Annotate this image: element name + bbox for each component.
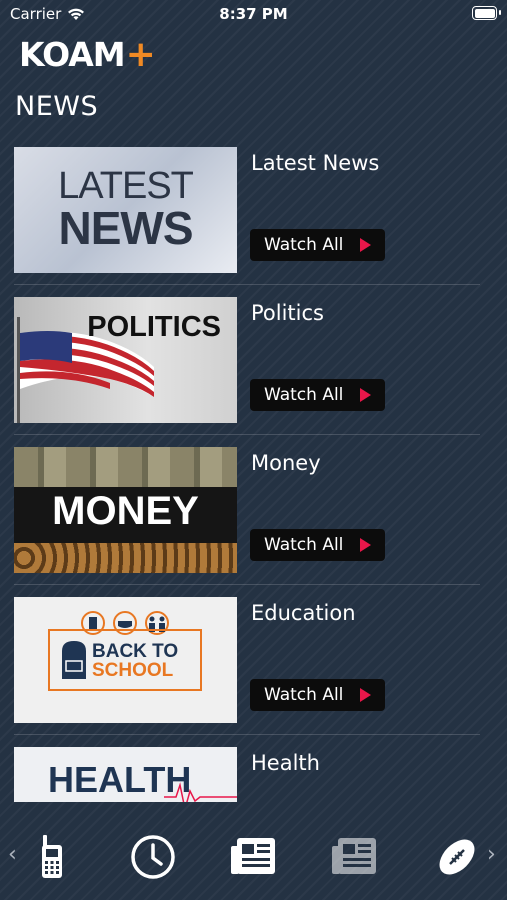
cash-stack-image [14, 447, 237, 487]
latest-news-thumbnail[interactable]: LATEST NEWS [14, 147, 237, 273]
news-icon [231, 838, 275, 874]
category-title: Politics [251, 301, 324, 325]
play-icon [360, 688, 371, 702]
tab-news[interactable] [228, 832, 278, 882]
play-icon [360, 388, 371, 402]
news-icon [332, 838, 376, 874]
section-title: NEWS [15, 91, 99, 122]
status-bar: Carrier 8:37 PM [0, 0, 507, 28]
battery-tip [499, 10, 501, 15]
category-card-politics[interactable]: POLITICS Politics Watch All [0, 297, 480, 447]
watch-all-label: Watch All [264, 385, 344, 405]
football-icon [439, 839, 475, 875]
category-title: Education [251, 601, 356, 625]
status-time: 8:37 PM [219, 5, 288, 23]
health-thumbnail[interactable]: HEALTH [14, 747, 237, 802]
education-thumbnail[interactable]: BACK TO SCHOOL [14, 597, 237, 723]
chevron-right-icon[interactable]: › [487, 842, 496, 867]
divider [14, 584, 480, 585]
divider [14, 734, 480, 735]
category-title: Health [251, 751, 320, 775]
battery-icon [472, 6, 497, 20]
watch-all-button[interactable]: Watch All [250, 679, 385, 711]
thumb-text-money: MONEY [52, 489, 199, 533]
clock-icon [131, 835, 175, 879]
divider [14, 434, 480, 435]
tab-news-secondary[interactable] [329, 832, 379, 882]
play-icon [360, 538, 371, 552]
category-card-latest-news[interactable]: LATEST NEWS Latest News Watch All [0, 147, 480, 297]
thumb-text-news: NEWS [58, 202, 194, 254]
watch-all-button[interactable]: Watch All [250, 229, 385, 261]
category-list[interactable]: LATEST NEWS Latest News Watch All POLITI… [0, 147, 507, 802]
money-thumbnail[interactable]: MONEY [14, 447, 237, 573]
app-logo: KOAM + [19, 34, 156, 75]
divider [14, 284, 480, 285]
tab-phone[interactable] [27, 832, 77, 882]
coins-image [14, 543, 237, 573]
category-title: Money [251, 451, 321, 475]
category-title: Latest News [251, 151, 380, 175]
logo-plus: + [125, 34, 156, 75]
watch-all-label: Watch All [264, 685, 344, 705]
heartbeat-line [164, 782, 237, 802]
play-icon [360, 238, 371, 252]
tab-recent[interactable] [128, 832, 178, 882]
watch-all-label: Watch All [264, 235, 344, 255]
category-card-health[interactable]: HEALTH Health [0, 747, 480, 802]
thumb-text-politics: POLITICS [87, 311, 221, 343]
politics-thumbnail[interactable]: POLITICS [14, 297, 237, 423]
chevron-left-icon[interactable]: ‹ [8, 842, 17, 867]
tab-sports[interactable] [432, 832, 482, 882]
watch-all-label: Watch All [264, 535, 344, 555]
watch-all-button[interactable]: Watch All [250, 379, 385, 411]
bottom-tab-bar: ‹ › [0, 808, 507, 900]
category-card-money[interactable]: MONEY Money Watch All [0, 447, 480, 597]
logo-text: KOAM [19, 35, 126, 74]
thumb-text-school: SCHOOL [92, 660, 174, 681]
category-card-education[interactable]: BACK TO SCHOOL Education Watch All [0, 597, 480, 747]
watch-all-button[interactable]: Watch All [250, 529, 385, 561]
phone-icon [42, 835, 62, 878]
